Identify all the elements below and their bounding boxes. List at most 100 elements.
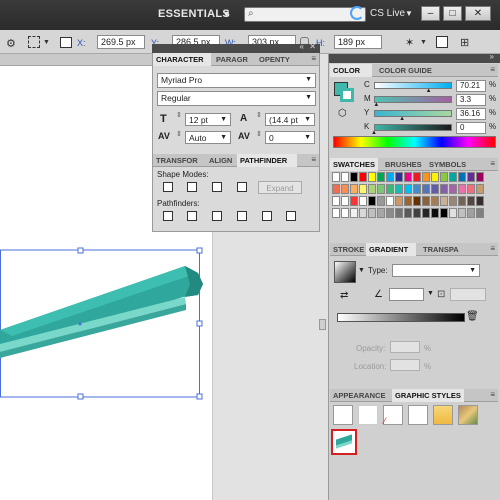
minus-front-icon[interactable] — [187, 182, 197, 192]
merge-icon[interactable] — [212, 211, 222, 221]
opacity-field[interactable] — [390, 341, 420, 353]
minimize-button[interactable]: – — [421, 6, 440, 21]
swatch-cell[interactable] — [332, 208, 340, 218]
graphic-style-2[interactable] — [358, 405, 378, 425]
swatch-cell[interactable] — [476, 196, 484, 206]
align-icon[interactable] — [436, 36, 448, 48]
graphic-style-4[interactable] — [408, 405, 428, 425]
cs-live-menu[interactable]: CS Live — [370, 8, 405, 19]
swatch-cell[interactable] — [395, 196, 403, 206]
swatch-cell[interactable] — [431, 184, 439, 194]
swatch-cell[interactable] — [350, 184, 358, 194]
tab-color[interactable]: COLOR — [330, 64, 372, 77]
tab-color-guide[interactable]: COLOR GUIDE — [376, 64, 438, 77]
expand-button[interactable]: Expand — [258, 181, 302, 194]
swatch-cell[interactable] — [395, 208, 403, 218]
swatch-cell[interactable] — [422, 196, 430, 206]
tab-appearance[interactable]: APPEARANCE — [330, 389, 386, 402]
collapse-icon[interactable]: « — [300, 42, 304, 51]
swatch-cell[interactable] — [440, 184, 448, 194]
outline-icon[interactable] — [262, 211, 272, 221]
swatch-cell[interactable] — [431, 208, 439, 218]
swatch-cell[interactable] — [404, 196, 412, 206]
reverse-gradient-icon[interactable]: ⇄ — [340, 290, 348, 301]
angle-field[interactable] — [389, 288, 424, 301]
x-field[interactable]: 269.5 px — [97, 35, 145, 49]
channel-slider-y[interactable] — [374, 110, 452, 117]
stepper-icon[interactable]: ⇕ — [176, 130, 182, 138]
tab-gradient[interactable]: GRADIENT — [366, 243, 416, 256]
dock-title-bar[interactable]: » — [329, 52, 500, 63]
transform-icon[interactable]: ⊞ — [460, 36, 469, 49]
tracking-field[interactable]: 0 ▼ — [265, 131, 315, 144]
channel-value-y[interactable]: 36.16 — [456, 108, 486, 120]
swatch-cell[interactable] — [341, 196, 349, 206]
graphic-style-3[interactable]: ⁄ — [383, 405, 403, 426]
stepper-icon[interactable]: ⇕ — [256, 130, 262, 138]
chevron-down-icon[interactable]: ▼ — [405, 9, 413, 18]
transform-anchor-icon[interactable] — [28, 36, 40, 48]
swatch-cell[interactable] — [368, 196, 376, 206]
swatch-cell[interactable] — [467, 184, 475, 194]
swatch-cell[interactable] — [449, 208, 457, 218]
maximize-button[interactable]: □ — [443, 6, 462, 21]
gradient-type-select[interactable]: ▼ — [392, 264, 480, 277]
swatch-cell[interactable] — [377, 196, 385, 206]
swatch-cell[interactable] — [359, 196, 367, 206]
swatch-cell[interactable] — [440, 172, 448, 182]
swatch-cell[interactable] — [467, 172, 475, 182]
graphic-style-6[interactable] — [458, 405, 478, 425]
panel-menu-icon[interactable]: ≡ — [490, 390, 495, 399]
swatch-cell[interactable] — [368, 184, 376, 194]
swatch-cell[interactable] — [404, 172, 412, 182]
panel-title-bar[interactable]: « ✕ — [152, 42, 320, 53]
swatch-cell[interactable] — [449, 184, 457, 194]
swatch-cell[interactable] — [368, 208, 376, 218]
color-spectrum-bar[interactable] — [333, 136, 496, 148]
tab-symbols[interactable]: SYMBOLS — [426, 158, 468, 171]
swatch-cell[interactable] — [341, 208, 349, 218]
tab-align[interactable]: ALIGN — [206, 154, 236, 167]
swatch-cell[interactable] — [476, 208, 484, 218]
swatch-cell[interactable] — [359, 172, 367, 182]
swatch-cell[interactable] — [377, 208, 385, 218]
slider-thumb-icon[interactable]: ▲ — [399, 116, 405, 122]
swatch-cell[interactable] — [413, 184, 421, 194]
swatch-cell[interactable] — [350, 196, 358, 206]
workspace-switcher[interactable]: ESSENTIALS — [158, 8, 230, 20]
location-field[interactable] — [390, 359, 420, 371]
graphic-style-teal-bar[interactable] — [331, 429, 357, 455]
tab-character[interactable]: CHARACTER — [153, 53, 211, 66]
delete-stop-icon[interactable]: 🗑 — [466, 311, 479, 322]
swatch-cell[interactable] — [431, 196, 439, 206]
trim-icon[interactable] — [187, 211, 197, 221]
swatch-cell[interactable] — [377, 172, 385, 182]
reference-point-icon[interactable] — [60, 37, 72, 48]
stepper-icon[interactable]: ⇕ — [176, 111, 182, 119]
panel-menu-icon[interactable]: ≡ — [490, 244, 495, 253]
scrollbar-handle[interactable] — [319, 319, 326, 330]
swatch-cell[interactable] — [386, 208, 394, 218]
channel-value-c[interactable]: 70.21 — [456, 80, 486, 92]
swatch-cell[interactable] — [467, 208, 475, 218]
swatch-cell[interactable] — [440, 196, 448, 206]
swatch-cell[interactable] — [413, 196, 421, 206]
chevron-down-icon[interactable]: ▼ — [427, 290, 434, 297]
swatch-cell[interactable] — [476, 184, 484, 194]
minus-back-icon[interactable] — [286, 211, 296, 221]
swatch-cell[interactable] — [332, 184, 340, 194]
swatch-cell[interactable] — [341, 184, 349, 194]
swatch-cell[interactable] — [440, 208, 448, 218]
swatch-cell[interactable] — [395, 184, 403, 194]
channel-value-m[interactable]: 3.3 — [456, 94, 486, 106]
swatch-cell[interactable] — [449, 196, 457, 206]
collapse-icon[interactable]: » — [490, 52, 494, 61]
leading-field[interactable]: (14.4 pt ▼ — [265, 113, 315, 126]
swatch-cell[interactable] — [404, 208, 412, 218]
chevron-down-icon[interactable]: ▼ — [358, 267, 365, 274]
swatch-cell[interactable] — [422, 172, 430, 182]
tab-graphic-styles[interactable]: GRAPHIC STYLES — [392, 389, 464, 402]
channel-value-k[interactable]: 0 — [456, 122, 486, 134]
tab-transform[interactable]: TRANSFOR — [153, 154, 205, 167]
swatch-cell[interactable] — [458, 208, 466, 218]
